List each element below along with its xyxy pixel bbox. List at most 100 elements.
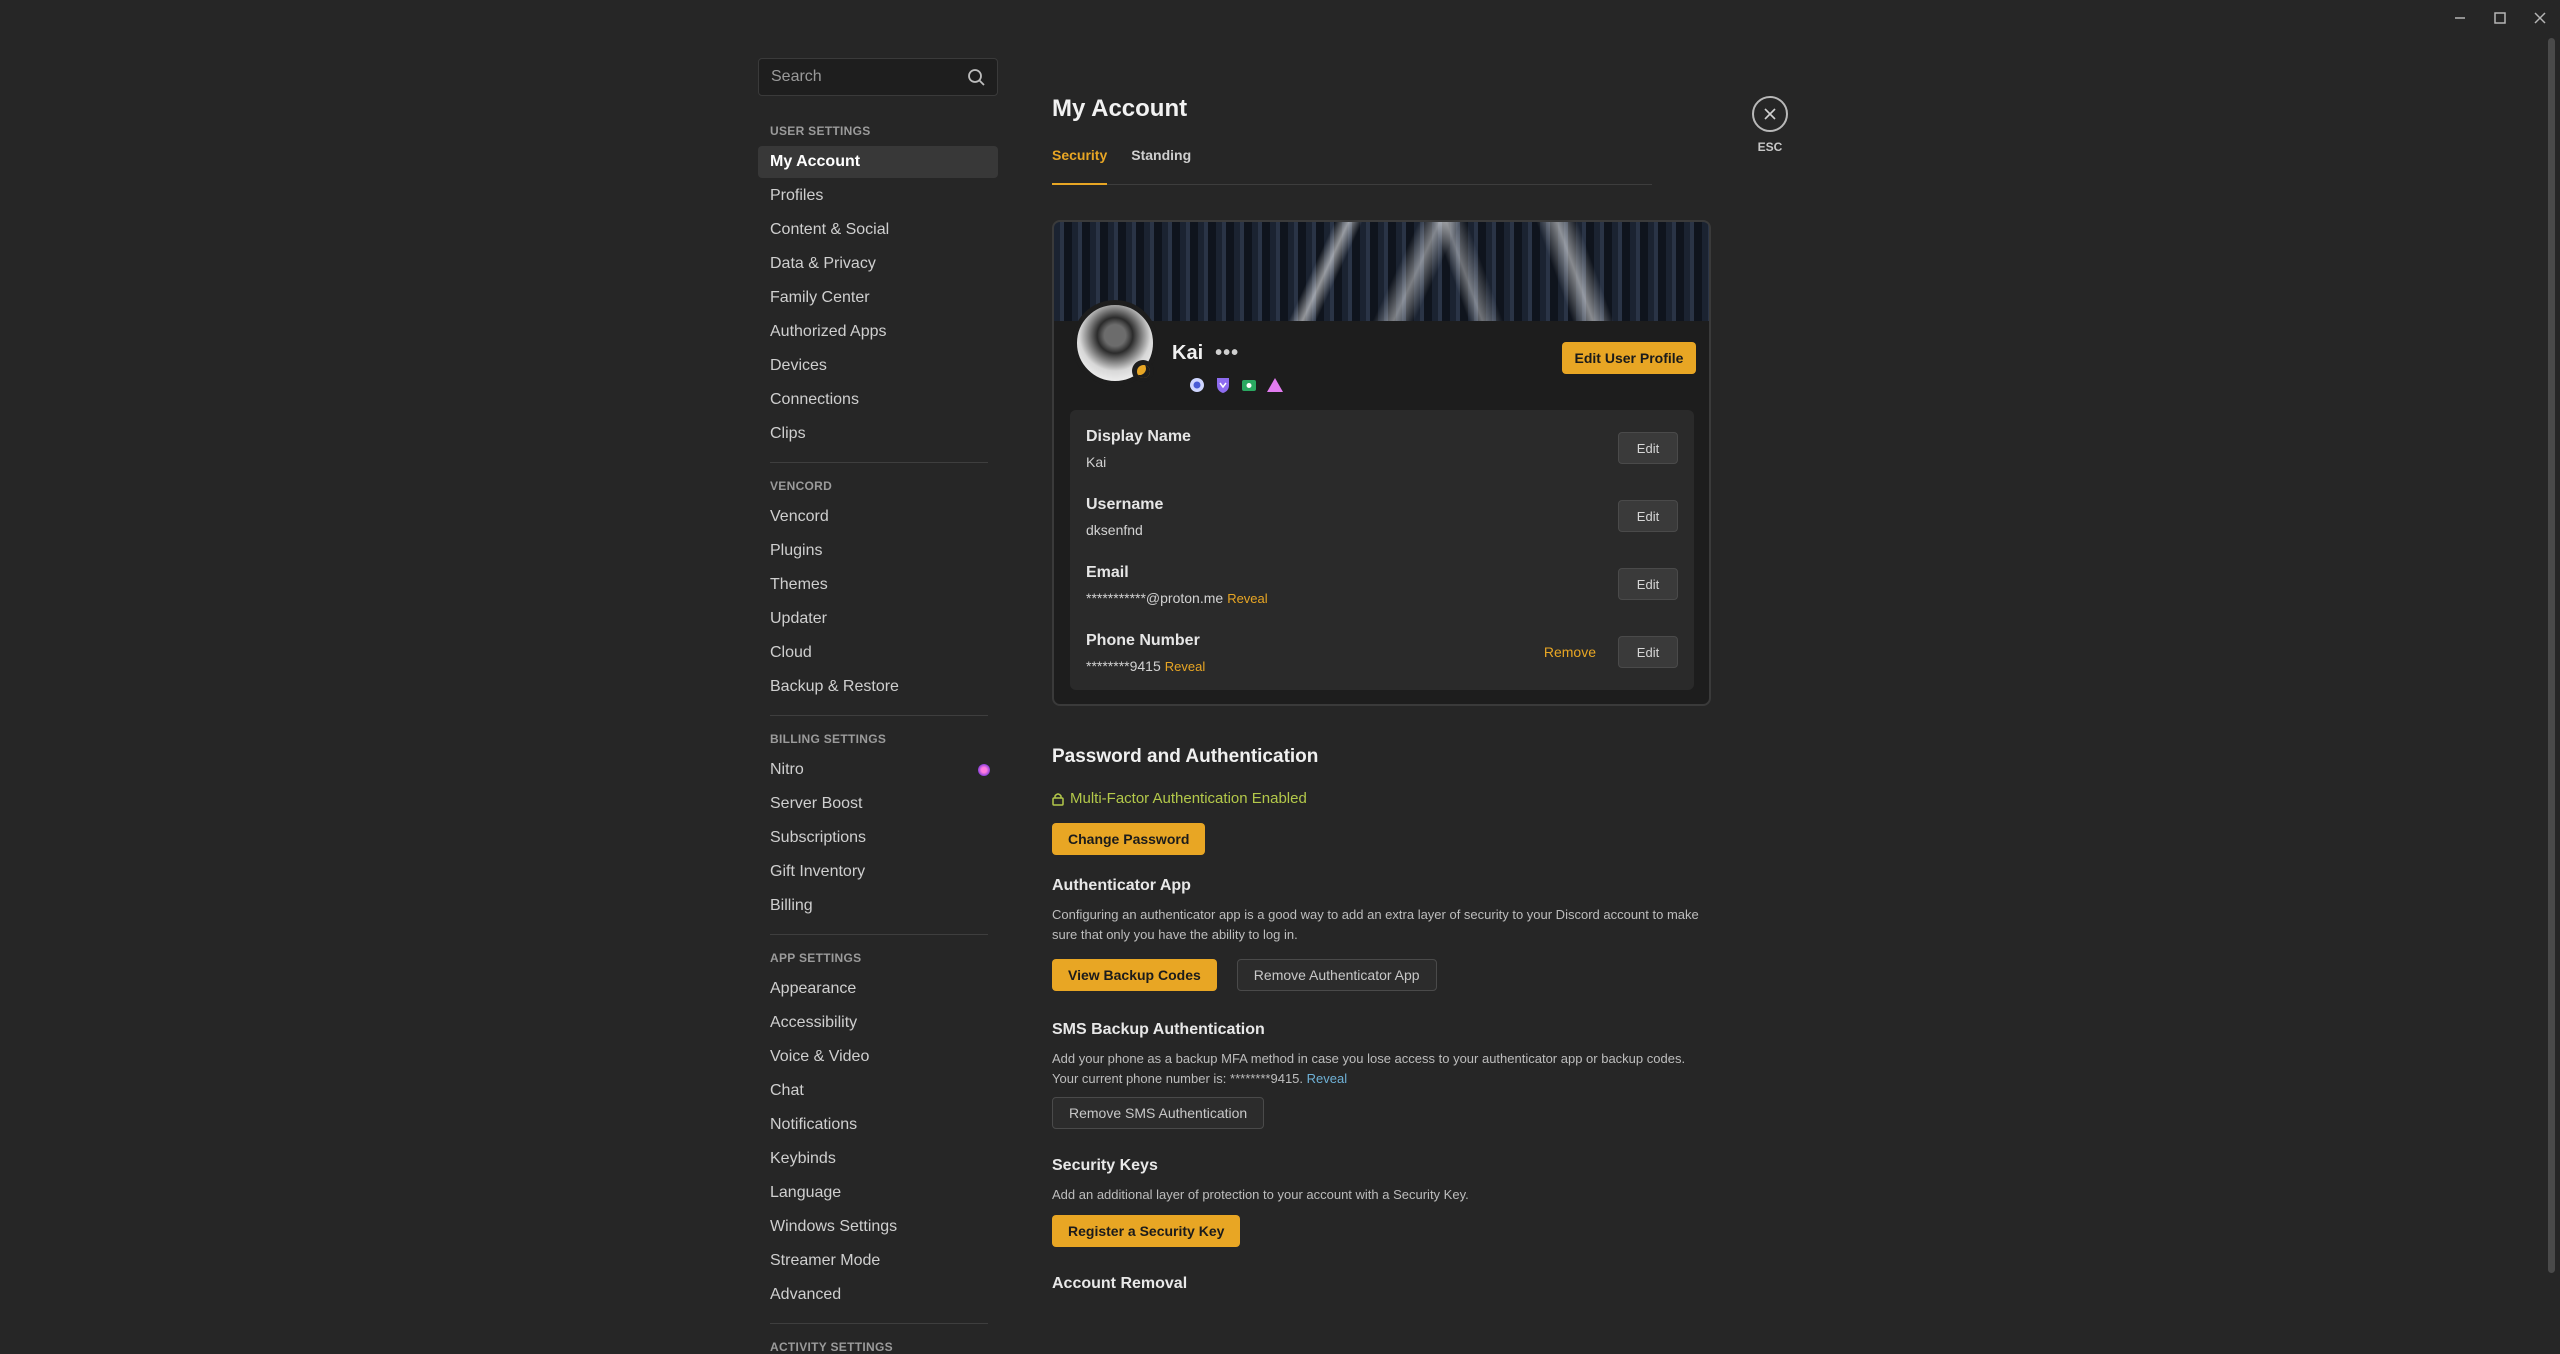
sidebar-item-vencord[interactable]: Vencord (758, 501, 998, 533)
profile-display-name: Kai (1172, 342, 1204, 364)
edit-phone-button[interactable]: Edit (1618, 636, 1678, 668)
reveal-phone-link[interactable]: Reveal (1165, 659, 1205, 674)
sidebar-item-content-social[interactable]: Content & Social (758, 214, 998, 246)
authenticator-app-description: Configuring an authenticator app is a go… (1052, 907, 1699, 942)
remove-sms-authentication-button[interactable]: Remove SMS Authentication (1052, 1097, 1265, 1129)
display-name-row: Display Name Kai Edit (1086, 428, 1678, 496)
edit-display-name-button[interactable]: Edit (1618, 432, 1678, 464)
main-content: My Account Security Standing (1052, 95, 1712, 185)
sidebar-item-billing[interactable]: Billing (758, 890, 998, 922)
minimize-button[interactable] (2440, 0, 2480, 36)
display-name-label: Display Name (1086, 428, 1191, 445)
remove-authenticator-app-button[interactable]: Remove Authenticator App (1236, 959, 1437, 991)
sidebar-item-advanced[interactable]: Advanced (758, 1279, 998, 1311)
remove-phone-link[interactable]: Remove (1544, 644, 1596, 660)
triangle-badge-icon[interactable] (1266, 376, 1284, 394)
shield-badge-icon[interactable] (1214, 376, 1232, 394)
more-options-icon[interactable]: ••• (1215, 342, 1239, 365)
security-keys-description: Add an additional layer of protection to… (1052, 1187, 1469, 1202)
lock-icon (1052, 792, 1064, 806)
sidebar-item-profiles[interactable]: Profiles (758, 180, 998, 212)
search-icon (968, 69, 985, 86)
sidebar-item-data-privacy[interactable]: Data & Privacy (758, 248, 998, 280)
tab-bar: Security Standing (1052, 147, 1652, 185)
close-settings: ESC (1752, 96, 1788, 154)
sms-backup-text: Add your phone as a backup MFA method in… (1052, 1051, 1686, 1086)
sidebar-item-clips[interactable]: Clips (758, 418, 998, 450)
sidebar-item-voice-video[interactable]: Voice & Video (758, 1041, 998, 1073)
tab-security[interactable]: Security (1052, 147, 1108, 185)
sidebar-item-my-account[interactable]: My Account (758, 146, 998, 178)
sidebar-item-authorized-apps[interactable]: Authorized Apps (758, 316, 998, 348)
sidebar-divider (770, 462, 988, 463)
sidebar-item-updater[interactable]: Updater (758, 603, 998, 635)
phone-row: Phone Number ********9415 Reveal Remove E… (1086, 632, 1678, 700)
sidebar-item-language[interactable]: Language (758, 1177, 998, 1209)
close-window-button[interactable] (2520, 0, 2560, 36)
maximize-button[interactable] (2480, 0, 2520, 36)
idle-status-icon (1132, 360, 1154, 382)
edit-email-button[interactable]: Edit (1618, 568, 1678, 600)
edit-user-profile-button[interactable]: Edit User Profile (1562, 342, 1696, 374)
mfa-status-text: Multi-Factor Authentication Enabled (1070, 790, 1307, 807)
sidebar-item-nitro[interactable]: Nitro (758, 754, 998, 786)
register-security-key-button[interactable]: Register a Security Key (1052, 1215, 1241, 1247)
authenticator-app-title: Authenticator App (1052, 877, 1191, 894)
sidebar-item-appearance[interactable]: Appearance (758, 973, 998, 1005)
email-value-wrap: ***********@proton.me Reveal (1086, 590, 1678, 606)
sidebar-item-subscriptions[interactable]: Subscriptions (758, 822, 998, 854)
sidebar-item-plugins[interactable]: Plugins (758, 535, 998, 567)
sidebar-item-gift-inventory[interactable]: Gift Inventory (758, 856, 998, 888)
user-settings-header: USER SETTINGS (770, 124, 871, 138)
sidebar-item-backup-restore[interactable]: Backup & Restore (758, 671, 998, 703)
auth-section-title: Password and Authentication (1052, 746, 1319, 767)
view-backup-codes-button[interactable]: View Backup Codes (1052, 959, 1217, 991)
sidebar-item-connections[interactable]: Connections (758, 384, 998, 416)
password-auth-section: Password and Authentication Multi-Factor… (1052, 746, 1732, 1293)
sidebar-item-themes[interactable]: Themes (758, 569, 998, 601)
sidebar-item-accessibility[interactable]: Accessibility (758, 1007, 998, 1039)
quest-badge-icon[interactable] (1240, 376, 1258, 394)
sidebar-divider (770, 715, 988, 716)
profile-banner (1054, 222, 1709, 321)
minimize-icon (2455, 17, 2465, 19)
sms-reveal-link[interactable]: Reveal (1307, 1071, 1347, 1086)
profile-name: Kai ••• (1172, 342, 1239, 365)
mfa-status: Multi-Factor Authentication Enabled (1052, 790, 1732, 807)
sidebar-item-keybinds[interactable]: Keybinds (758, 1143, 998, 1175)
edit-username-button[interactable]: Edit (1618, 500, 1678, 532)
close-icon (2534, 12, 2546, 24)
nitro-badge-icon[interactable] (1188, 376, 1206, 394)
esc-label: ESC (1757, 140, 1783, 154)
phone-value: ********9415 (1086, 658, 1161, 674)
account-info-panel: Display Name Kai Edit Username dksenfnd … (1070, 410, 1694, 690)
username-value: dksenfnd (1086, 522, 1143, 538)
page-title: My Account (1052, 95, 1188, 122)
sidebar-item-family-center[interactable]: Family Center (758, 282, 998, 314)
change-password-button[interactable]: Change Password (1052, 823, 1206, 855)
tab-standing[interactable]: Standing (1131, 147, 1191, 185)
security-keys-title: Security Keys (1052, 1157, 1158, 1174)
vencord-header: VENCORD (770, 479, 833, 493)
close-settings-button[interactable] (1752, 96, 1788, 132)
scrollbar[interactable] (2548, 38, 2555, 1273)
window-controls (2440, 0, 2560, 36)
sidebar-divider (770, 934, 988, 935)
sidebar-item-label: Nitro (770, 761, 804, 778)
sidebar-item-server-boost[interactable]: Server Boost (758, 788, 998, 820)
sms-backup-description: Add your phone as a backup MFA method in… (1052, 1049, 1712, 1089)
sidebar-item-devices[interactable]: Devices (758, 350, 998, 382)
sidebar-item-cloud[interactable]: Cloud (758, 637, 998, 669)
account-removal-title: Account Removal (1052, 1275, 1188, 1292)
search-box[interactable] (758, 58, 998, 96)
sidebar-item-chat[interactable]: Chat (758, 1075, 998, 1107)
profile-card: Kai ••• Edit User Profile Display Name K… (1052, 220, 1711, 706)
sidebar-item-windows-settings[interactable]: Windows Settings (758, 1211, 998, 1243)
sidebar-item-streamer-mode[interactable]: Streamer Mode (758, 1245, 998, 1277)
search-input[interactable] (771, 68, 951, 86)
billing-settings-header: BILLING SETTINGS (770, 732, 887, 746)
sidebar-item-notifications[interactable]: Notifications (758, 1109, 998, 1141)
profile-badges (1188, 376, 1284, 394)
reveal-email-link[interactable]: Reveal (1227, 591, 1267, 606)
sms-backup-title: SMS Backup Authentication (1052, 1021, 1265, 1038)
